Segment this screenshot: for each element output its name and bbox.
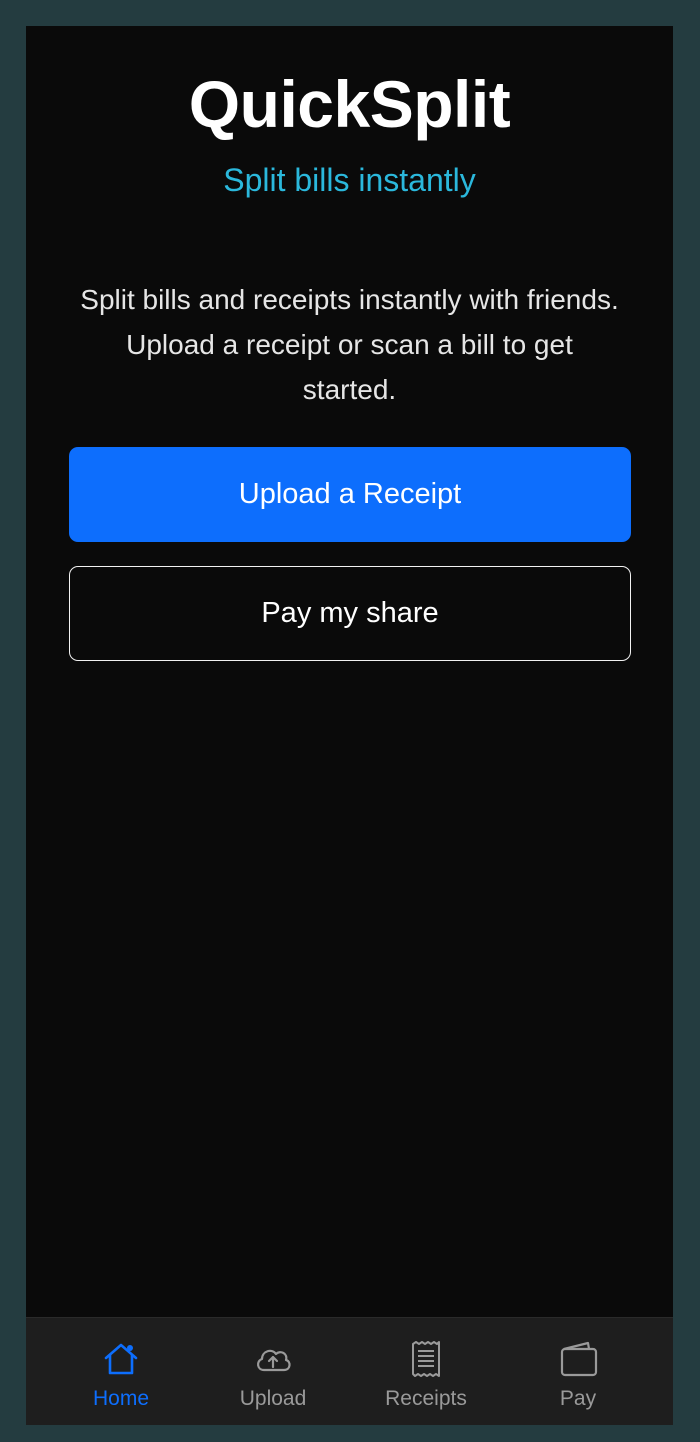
tab-pay[interactable]: Pay (503, 1318, 653, 1425)
tab-receipts[interactable]: Receipts (351, 1318, 501, 1425)
app-title: QuickSplit (188, 67, 511, 141)
tab-receipts-label: Receipts (385, 1387, 467, 1410)
pay-my-share-button[interactable]: Pay my share (69, 566, 631, 661)
upload-receipt-button-label: Upload a Receipt (238, 478, 462, 510)
bottom-tab-bar: Home Upload Receipts Pay (26, 1317, 673, 1425)
upload-receipt-button[interactable]: Upload a Receipt (69, 447, 631, 542)
app-subtitle: Split bills instantly (223, 162, 476, 198)
intro-text: Split bills and receipts instantly with … (80, 284, 619, 405)
wallet-icon (503, 1340, 653, 1378)
tab-upload[interactable]: Upload (198, 1318, 348, 1425)
receipt-icon (351, 1340, 501, 1378)
pay-my-share-button-label: Pay my share (261, 597, 439, 629)
tab-home-label: Home (92, 1387, 150, 1410)
tab-upload-label: Upload (239, 1387, 307, 1410)
tab-pay-label: Pay (559, 1387, 597, 1410)
cloud-upload-icon (198, 1340, 348, 1378)
tab-home[interactable]: Home (46, 1318, 196, 1425)
home-content: QuickSplit Split bills instantly Split b… (26, 26, 673, 1317)
home-icon (46, 1340, 196, 1378)
app-screen: QuickSplit Split bills instantly Split b… (26, 26, 673, 1425)
